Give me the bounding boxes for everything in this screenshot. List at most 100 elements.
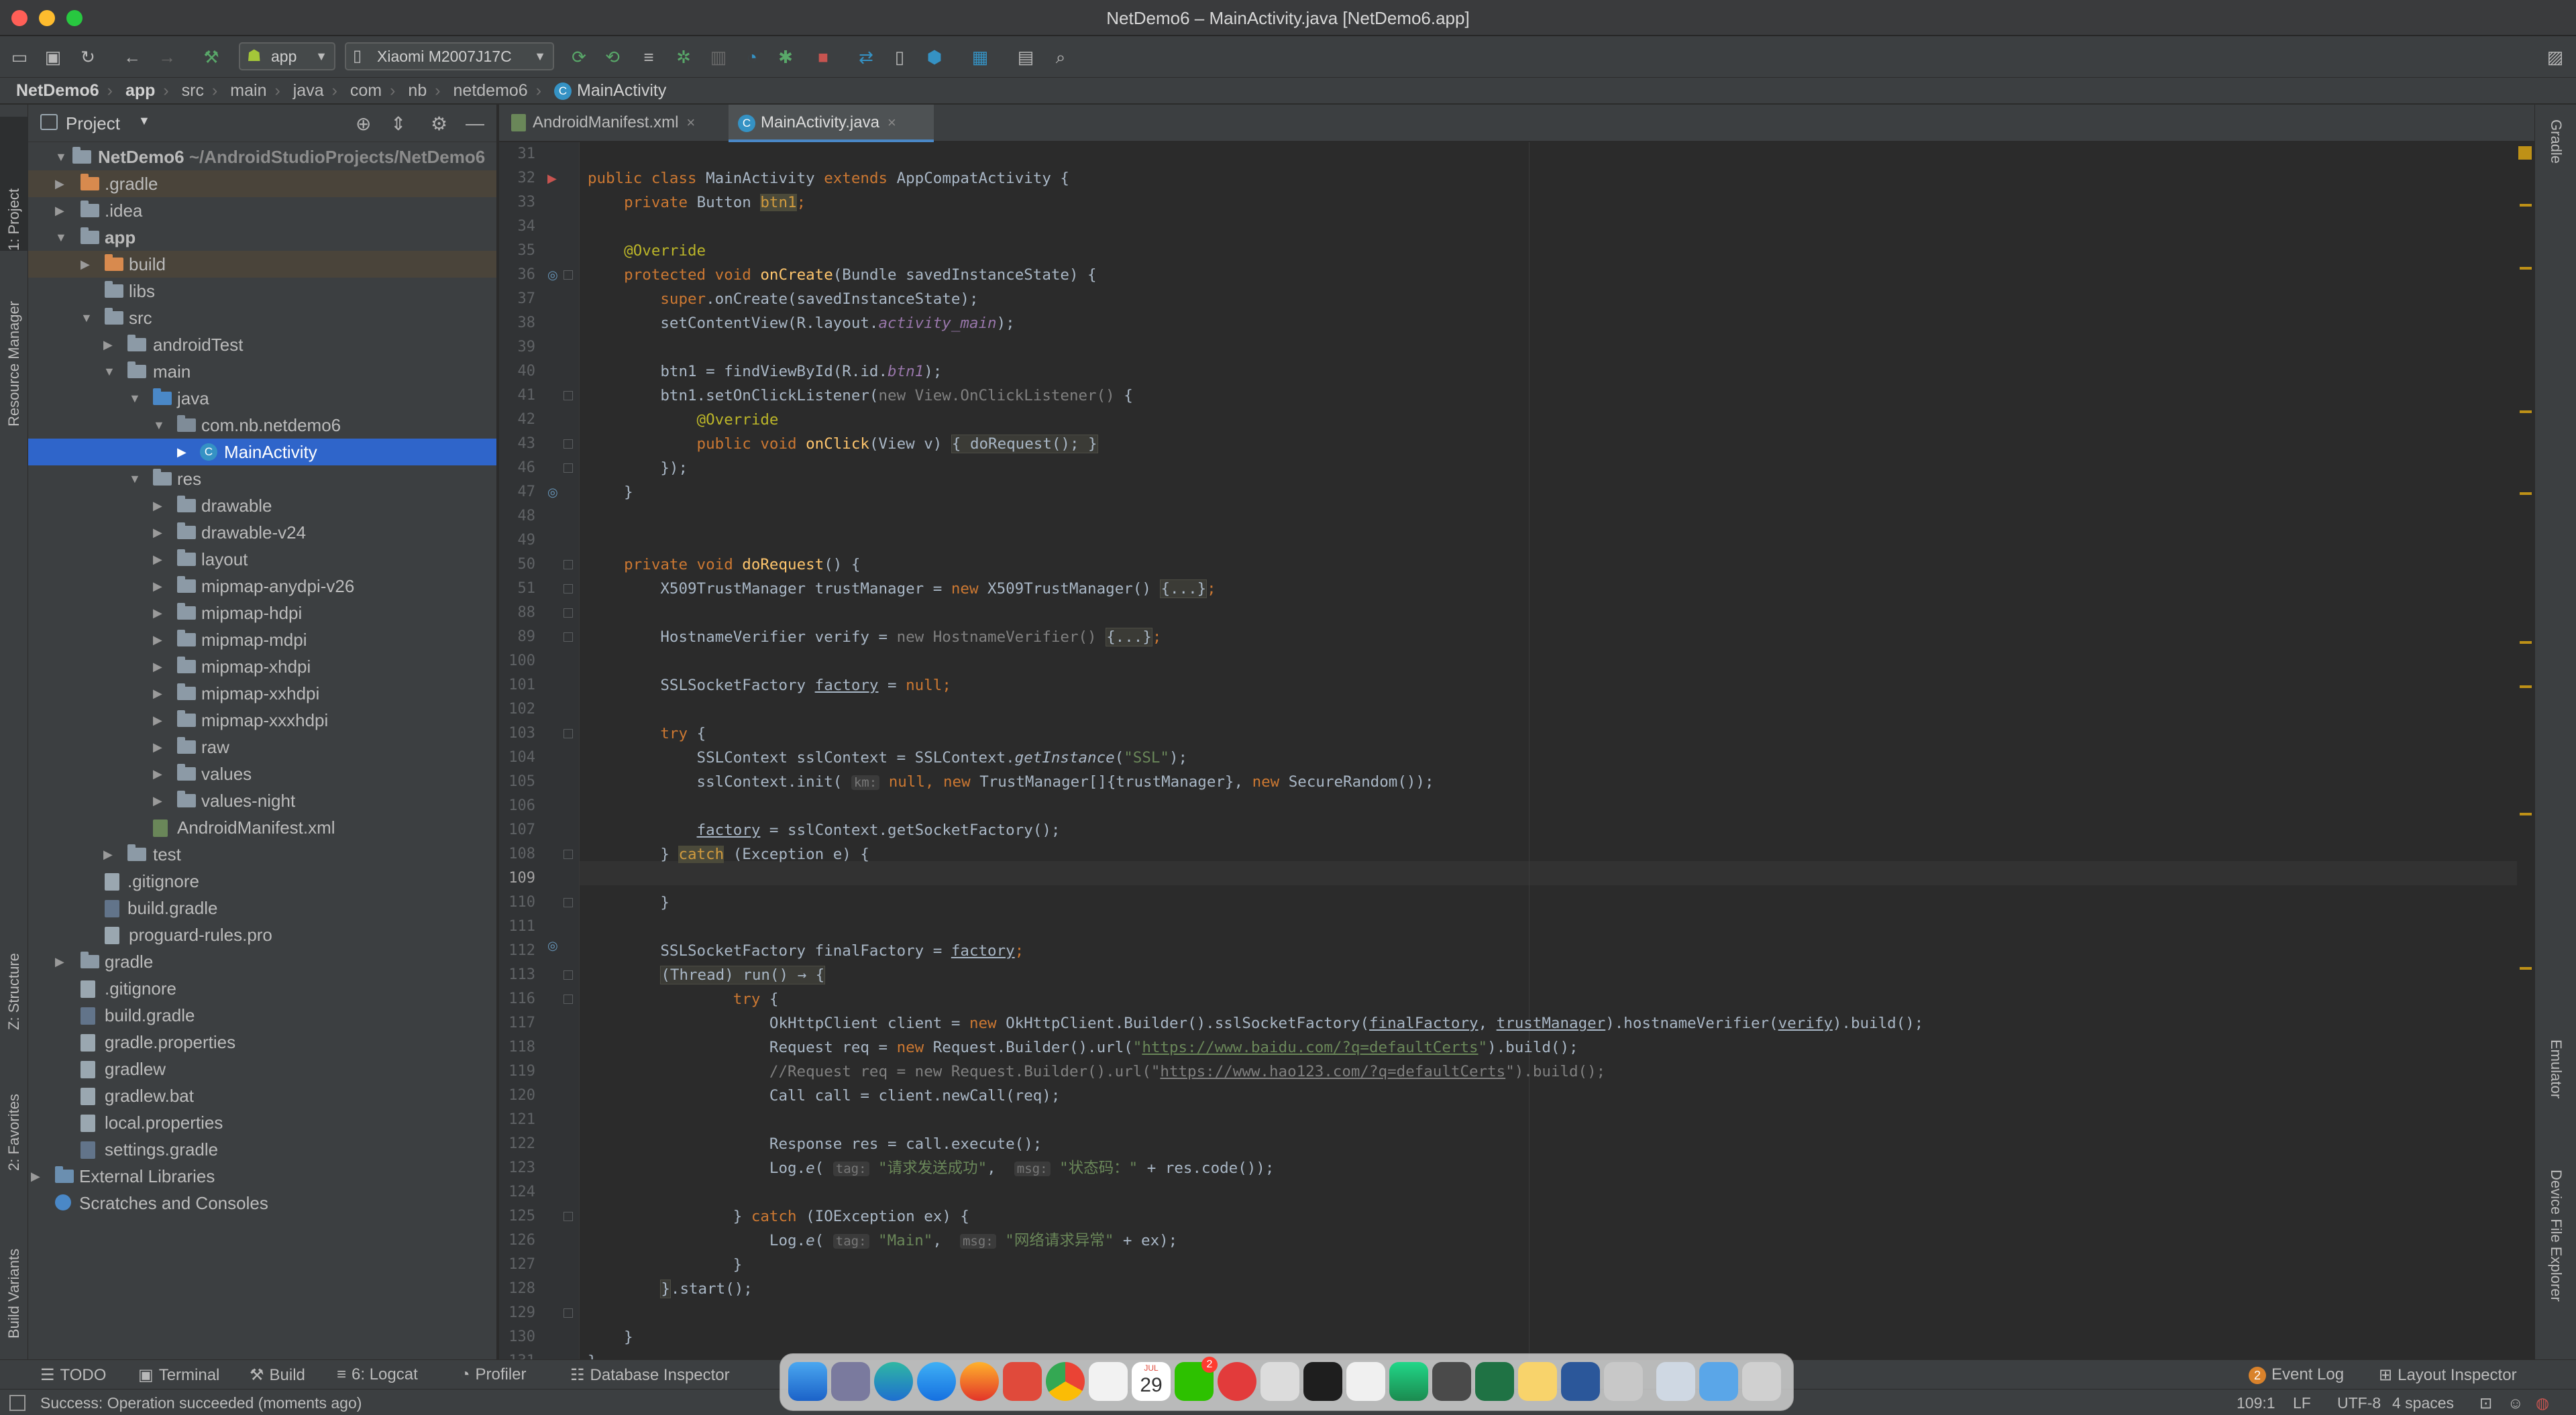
tree-item-folder[interactable]: ▶ mipmap-hdpi bbox=[28, 600, 496, 626]
status-message[interactable]: Success: Operation succeeded (moments ag… bbox=[40, 1394, 362, 1412]
fold-marker[interactable] bbox=[564, 391, 573, 400]
toggle-tool-windows-icon[interactable] bbox=[9, 1395, 25, 1411]
tool-database-inspector[interactable]: ☷ Database Inspector bbox=[570, 1365, 730, 1385]
indent-setting[interactable]: 4 spaces bbox=[2392, 1394, 2454, 1412]
pycharm-icon[interactable] bbox=[1389, 1362, 1428, 1401]
breadcrumb-item[interactable]: netdemo6 bbox=[453, 81, 528, 100]
hide-panel-icon[interactable]: — bbox=[466, 113, 484, 134]
fold-marker[interactable] bbox=[564, 850, 573, 859]
tree-item-folder[interactable]: libs bbox=[28, 278, 496, 304]
tree-item-root[interactable]: ▼ NetDemo6 ~/AndroidStudioProjects/NetDe… bbox=[28, 144, 496, 170]
run-tests-icon[interactable]: ≡ bbox=[636, 44, 661, 70]
inspector-icon[interactable]: ☺ bbox=[2508, 1394, 2523, 1412]
tree-item-folder[interactable]: ▶ androidTest bbox=[28, 331, 496, 358]
breadcrumb-item[interactable]: com bbox=[350, 81, 382, 100]
url-link[interactable]: https://www.baidu.com/?q=defaultCerts bbox=[1142, 1039, 1478, 1056]
folded-lambda[interactable]: (Thread) run() → { bbox=[660, 966, 826, 984]
chrome-icon[interactable] bbox=[1046, 1362, 1085, 1401]
breadcrumb-item[interactable]: nb bbox=[408, 81, 427, 100]
warning-marker[interactable] bbox=[2520, 204, 2532, 207]
edge-icon[interactable] bbox=[874, 1362, 913, 1401]
tree-item-package[interactable]: ▼ com.nb.netdemo6 bbox=[28, 412, 496, 439]
debug-icon[interactable]: ✲ bbox=[671, 44, 696, 70]
tool-profiler[interactable]: ◔ Profiler bbox=[460, 1365, 527, 1384]
tab-build-variants[interactable]: Build Variants bbox=[0, 1204, 28, 1339]
tree-item-folder[interactable]: ▶ mipmap-xhdpi bbox=[28, 653, 496, 680]
sublime-text-icon[interactable] bbox=[1432, 1362, 1471, 1401]
finder-icon[interactable] bbox=[788, 1362, 827, 1401]
sdk-manager-icon[interactable]: ⬢ bbox=[922, 44, 947, 70]
tree-item-folder[interactable]: ▶ mipmap-anydpi-v26 bbox=[28, 573, 496, 600]
override-gutter-icon[interactable]: ◎ bbox=[547, 263, 558, 287]
tree-item-module[interactable]: ▼ app bbox=[28, 224, 496, 251]
tab-android-manifest[interactable]: AndroidManifest.xml × bbox=[511, 105, 724, 142]
gear-icon[interactable]: ⚙ bbox=[431, 113, 447, 135]
folded-region[interactable]: {...} bbox=[1106, 628, 1152, 646]
warning-marker[interactable] bbox=[2520, 410, 2532, 413]
tree-item-folder[interactable]: ▶ .gradle bbox=[28, 170, 496, 197]
fold-marker[interactable] bbox=[564, 995, 573, 1004]
warning-marker[interactable] bbox=[2520, 685, 2532, 688]
tree-item-file[interactable]: build.gradle bbox=[28, 1002, 496, 1029]
profile-icon[interactable]: ◔ bbox=[739, 44, 765, 70]
url-link[interactable]: https://www.hao123.com/?q=defaultCerts bbox=[1160, 1063, 1505, 1080]
project-view-select[interactable]: Project bbox=[66, 113, 120, 134]
tree-item-file[interactable]: gradlew bbox=[28, 1056, 496, 1082]
tab-project[interactable]: 1: Project bbox=[0, 117, 28, 251]
lock-icon[interactable]: ⊡ bbox=[2479, 1394, 2492, 1412]
tree-item-folder[interactable]: ▶ layout bbox=[28, 546, 496, 573]
locate-file-icon[interactable]: ⊕ bbox=[356, 113, 371, 135]
terminal-app-icon[interactable] bbox=[1303, 1362, 1342, 1401]
tab-gradle[interactable]: Gradle bbox=[2542, 119, 2570, 213]
close-icon[interactable]: × bbox=[686, 114, 695, 131]
tool-terminal[interactable]: ▣ Terminal bbox=[138, 1365, 219, 1385]
forward-icon[interactable]: → bbox=[154, 44, 180, 70]
sync-gradle-icon[interactable]: ⇄ bbox=[853, 44, 879, 70]
device-select[interactable]: ▯ Xiaomi M2007J17C ▼ bbox=[345, 42, 554, 70]
fold-marker[interactable] bbox=[564, 560, 573, 569]
fold-marker[interactable] bbox=[564, 729, 573, 738]
tree-item-folder[interactable]: ▼ java bbox=[28, 385, 496, 412]
breadcrumb-item[interactable]: MainActivity bbox=[577, 81, 666, 100]
run-with-coverage-icon[interactable]: ▥ bbox=[706, 44, 731, 70]
fold-marker[interactable] bbox=[564, 439, 573, 449]
tree-item-folder[interactable]: ▼ main bbox=[28, 358, 496, 385]
search-icon[interactable]: ⌕ bbox=[1048, 44, 1073, 70]
warning-marker[interactable] bbox=[2520, 813, 2532, 815]
tree-item-file[interactable]: settings.gradle bbox=[28, 1136, 496, 1163]
collapse-all-icon[interactable]: ⇕ bbox=[390, 113, 406, 135]
tree-item-libraries[interactable]: ▶ External Libraries bbox=[28, 1163, 496, 1190]
tree-item-folder[interactable]: ▶ values-night bbox=[28, 787, 496, 814]
warning-marker[interactable] bbox=[2520, 267, 2532, 270]
tree-item-folder[interactable]: ▶ mipmap-xxxhdpi bbox=[28, 707, 496, 734]
tree-item-class-selected[interactable]: ▶ C MainActivity bbox=[28, 439, 496, 465]
fold-marker[interactable] bbox=[564, 1212, 573, 1221]
tree-item-folder[interactable]: ▼ res bbox=[28, 465, 496, 492]
tab-structure[interactable]: Z: Structure bbox=[0, 923, 28, 1030]
tab-favorites[interactable]: 2: Favorites bbox=[0, 1064, 28, 1171]
excel-icon[interactable] bbox=[1475, 1362, 1514, 1401]
tree-item-folder[interactable]: ▶ mipmap-xxhdpi bbox=[28, 680, 496, 707]
stop-icon[interactable]: ■ bbox=[810, 44, 836, 70]
tree-item-folder[interactable]: ▶ build bbox=[28, 251, 496, 278]
keynote-icon[interactable] bbox=[1260, 1362, 1299, 1401]
avd-manager-icon[interactable]: ▯ bbox=[887, 44, 912, 70]
warning-marker[interactable] bbox=[2520, 967, 2532, 970]
tool-build[interactable]: ⚒ Build bbox=[250, 1365, 305, 1385]
tab-device-file-explorer[interactable]: Device File Explorer bbox=[2542, 1170, 2570, 1364]
wechat-icon[interactable]: 2 bbox=[1175, 1357, 1218, 1401]
tree-item-file[interactable]: .gitignore bbox=[28, 975, 496, 1002]
chevron-down-icon[interactable]: ▼ bbox=[138, 114, 150, 128]
tab-main-activity[interactable]: C MainActivity.java × bbox=[729, 105, 934, 142]
tree-item-folder[interactable]: ▶ gradle bbox=[28, 948, 496, 975]
folded-region[interactable]: { doRequest(); } bbox=[951, 435, 1098, 453]
run-config-select[interactable]: ☗ app ▼ bbox=[239, 42, 335, 70]
tree-item-file[interactable]: gradlew.bat bbox=[28, 1082, 496, 1109]
documents-folder-icon[interactable] bbox=[1656, 1362, 1695, 1401]
breadcrumb-item[interactable]: java bbox=[293, 81, 324, 100]
breadcrumb-item[interactable]: NetDemo6 bbox=[16, 81, 99, 100]
tab-resource-manager[interactable]: Resource Manager bbox=[0, 252, 28, 427]
tool-logcat[interactable]: ≡ 6: Logcat bbox=[337, 1365, 418, 1384]
line-separator[interactable]: LF bbox=[2293, 1394, 2311, 1412]
tree-item-file[interactable]: AndroidManifest.xml bbox=[28, 814, 496, 841]
